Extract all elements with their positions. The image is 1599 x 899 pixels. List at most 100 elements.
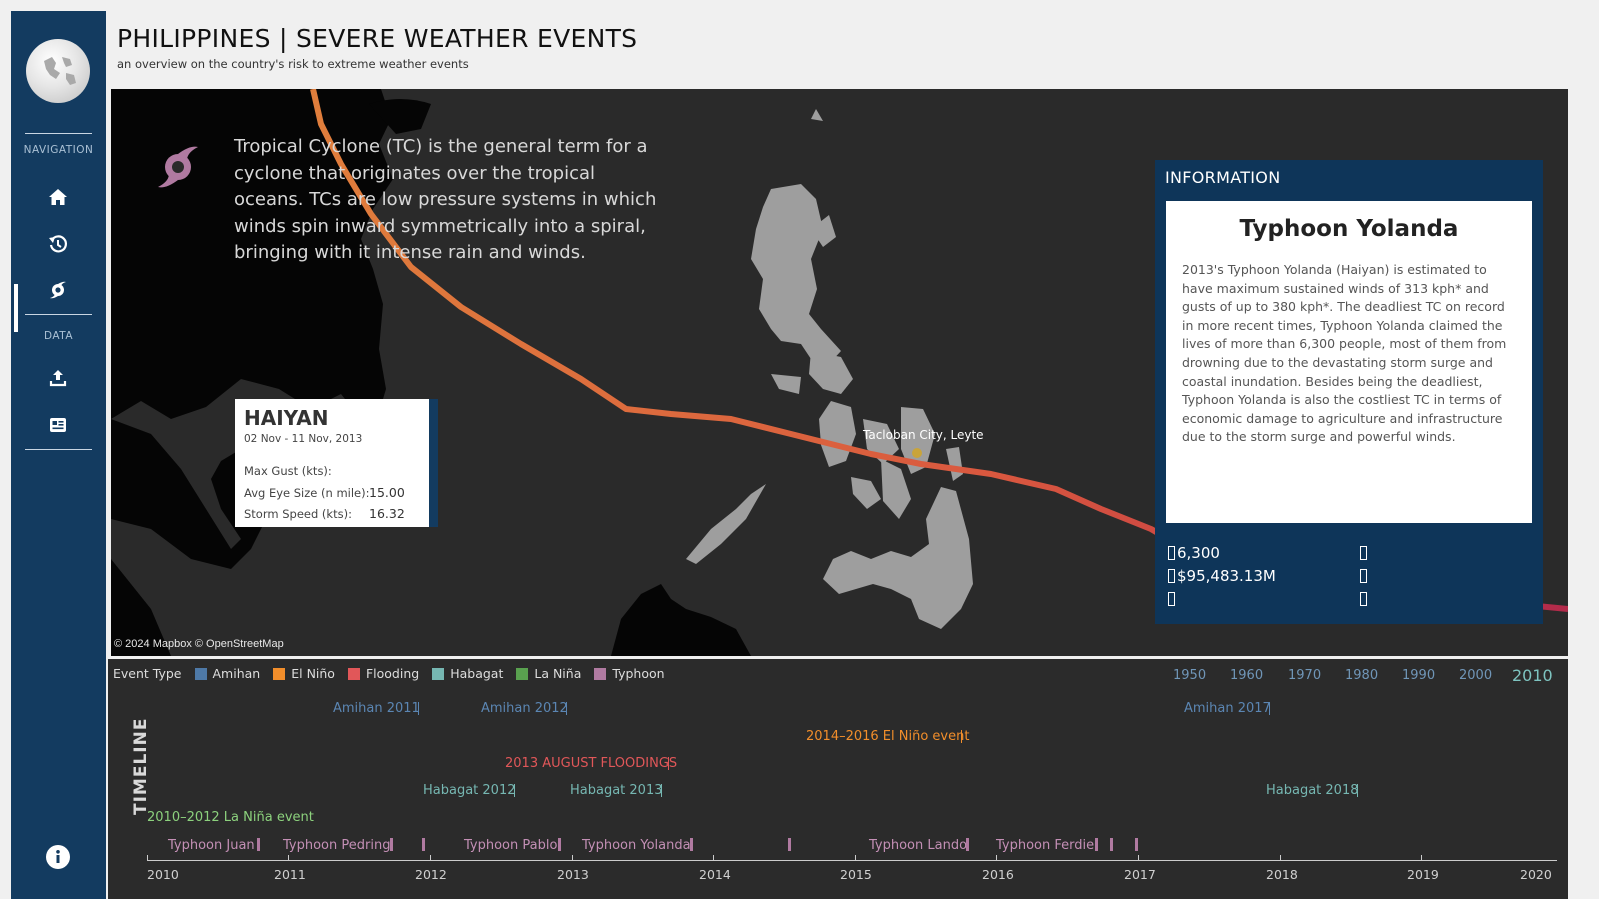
event-august-floodings[interactable]: 2013 AUGUST FLOODINGS <box>505 756 677 771</box>
nav-section-label: NAVIGATION <box>23 144 94 156</box>
deaths-value: 6,300 <box>1177 544 1220 562</box>
storm-name: HAIYAN <box>244 406 329 430</box>
decade-2000[interactable]: 2000 <box>1459 668 1492 683</box>
city-marker[interactable] <box>912 448 922 458</box>
year-label: 2018 <box>1266 867 1298 882</box>
info-button[interactable] <box>46 845 70 869</box>
legend-item-flooding[interactable]: Flooding <box>347 666 420 681</box>
philippines-land <box>686 109 973 629</box>
event-marker <box>514 784 515 797</box>
borneo-land <box>611 584 751 656</box>
nav-home-button[interactable] <box>46 185 70 209</box>
event-la-nina[interactable]: 2010–2012 La Niña event <box>147 810 314 825</box>
data-section-label: DATA <box>43 330 74 342</box>
year-label: 2014 <box>699 867 731 882</box>
news-icon <box>50 418 66 432</box>
info-body: 2013's Typhoon Yolanda (Haiyan) is estim… <box>1182 262 1507 445</box>
event-typhoon-ferdie[interactable]: Typhoon Ferdie <box>996 838 1094 853</box>
year-label: 2015 <box>840 867 872 882</box>
event-marker <box>257 838 260 851</box>
event-habagat-2018[interactable]: Habagat 2018 <box>1266 783 1359 798</box>
timeline-panel: Event Type Amihan El Niño Flooding Habag… <box>108 659 1568 899</box>
year-tick <box>855 855 856 861</box>
upload-icon <box>49 370 67 387</box>
event-marker <box>668 757 669 770</box>
nav-cyclone-button[interactable] <box>46 278 70 302</box>
event-marker <box>1135 838 1138 851</box>
news-button[interactable] <box>46 413 70 437</box>
map-attribution[interactable]: © 2024 Mapbox © OpenStreetMap <box>114 638 284 650</box>
legend-item-la-nina[interactable]: La Niña <box>516 666 581 681</box>
year-label: 2012 <box>415 867 447 882</box>
event-amihan-2011[interactable]: Amihan 2011 <box>333 701 420 716</box>
decade-1960[interactable]: 1960 <box>1230 668 1263 683</box>
legend-swatch <box>516 667 529 680</box>
stat-icon-right <box>1360 544 1369 562</box>
sidebar: NAVIGATION DATA <box>11 11 106 899</box>
page-subtitle: an overview on the country's risk to ext… <box>117 57 469 71</box>
info-icon <box>46 845 70 869</box>
information-heading: INFORMATION <box>1165 168 1281 187</box>
event-marker <box>1357 784 1358 797</box>
decade-1980[interactable]: 1980 <box>1345 668 1378 683</box>
event-marker <box>1095 838 1098 851</box>
year-label: 2017 <box>1124 867 1156 882</box>
year-label: 2020 <box>1520 867 1552 882</box>
year-tick <box>1138 855 1139 861</box>
decade-2010-active[interactable]: 2010 <box>1512 666 1553 685</box>
damage-icon <box>1168 569 1175 583</box>
damage-value: $95,483.13M <box>1177 567 1276 585</box>
event-amihan-2012[interactable]: Amihan 2012 <box>481 701 568 716</box>
sidebar-divider <box>25 314 92 315</box>
legend-item-habagat[interactable]: Habagat <box>432 666 503 681</box>
info-title: Typhoon Yolanda <box>1239 216 1459 242</box>
decade-1950[interactable]: 1950 <box>1173 668 1206 683</box>
timeline-label: TIMELINE <box>131 717 151 815</box>
event-marker <box>788 838 791 851</box>
legend-item-el-nino[interactable]: El Niño <box>273 666 335 681</box>
decade-1990[interactable]: 1990 <box>1402 668 1435 683</box>
history-icon <box>49 235 68 253</box>
legend-item-label: La Niña <box>534 666 582 681</box>
year-label: 2019 <box>1407 867 1439 882</box>
legend-item-amihan[interactable]: Amihan <box>194 666 261 681</box>
event-type-legend: Event Type Amihan El Niño Flooding Habag… <box>113 666 665 681</box>
legend-item-typhoon[interactable]: Typhoon <box>594 666 665 681</box>
decade-1970[interactable]: 1970 <box>1288 668 1321 683</box>
legend-item-label: Flooding <box>365 666 420 681</box>
event-marker <box>566 702 567 715</box>
nav-history-button[interactable] <box>46 232 70 256</box>
event-amihan-2017[interactable]: Amihan 2017 <box>1184 701 1271 716</box>
year-tick <box>1421 855 1422 861</box>
storm-speed-label: Storm Speed (kts): <box>244 507 352 521</box>
storm-speed-value: 16.32 <box>369 506 405 521</box>
damage-stat: $95,483.13M <box>1168 567 1276 585</box>
legend-swatch <box>273 667 286 680</box>
timeline-axis <box>147 860 1557 861</box>
city-label: Tacloban City, Leyte <box>863 428 984 442</box>
stat-icon-right <box>1360 590 1369 608</box>
globe-logo <box>26 39 90 103</box>
deaths-icon <box>1168 546 1175 560</box>
upload-button[interactable] <box>46 366 70 390</box>
event-habagat-2012[interactable]: Habagat 2012 <box>423 783 516 798</box>
map-view[interactable]: Tropical Cyclone (TC) is the general ter… <box>111 89 1568 656</box>
event-typhoon-pablo[interactable]: Typhoon Pablo <box>464 838 557 853</box>
event-typhoon-lando[interactable]: Typhoon Lando <box>869 838 967 853</box>
event-marker <box>418 702 419 715</box>
year-label: 2010 <box>147 867 179 882</box>
sidebar-divider <box>25 133 92 134</box>
year-tick <box>147 855 148 861</box>
year-tick <box>1280 855 1281 861</box>
event-typhoon-juan[interactable]: Typhoon Juan <box>168 838 255 853</box>
legend-item-label: Amihan <box>212 666 261 681</box>
third-stat <box>1168 590 1177 608</box>
event-habagat-2013[interactable]: Habagat 2013 <box>570 783 663 798</box>
event-typhoon-yolanda[interactable]: Typhoon Yolanda <box>582 838 691 853</box>
cyclone-icon <box>50 281 66 299</box>
year-label: 2011 <box>274 867 306 882</box>
event-typhoon-pedring[interactable]: Typhoon Pedring <box>283 838 390 853</box>
event-el-nino[interactable]: 2014–2016 El Niño event <box>806 729 969 744</box>
stat-icon <box>1168 592 1175 606</box>
eye-size-value: 15.00 <box>369 485 405 500</box>
